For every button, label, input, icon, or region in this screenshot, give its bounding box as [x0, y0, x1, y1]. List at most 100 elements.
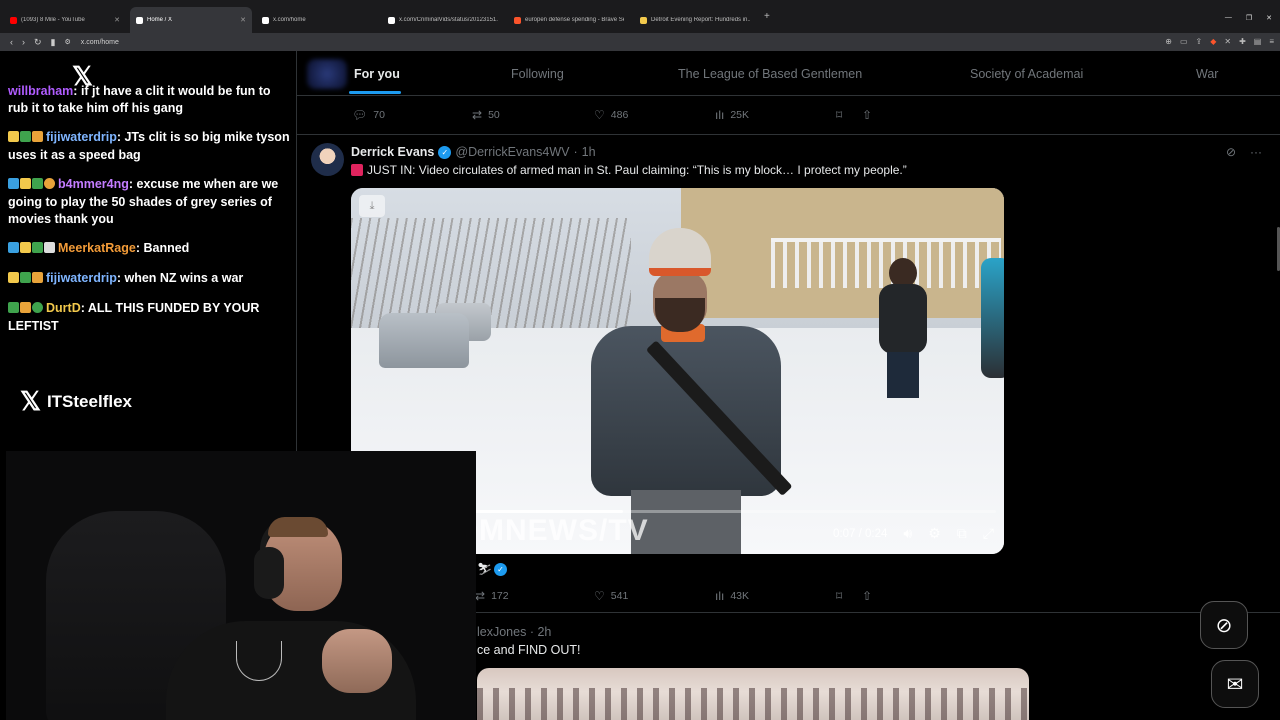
bookmark-icon[interactable]: ▮ — [51, 37, 56, 48]
post-header: Derrick Evans ✓ @DerrickEvans4WV · 1h — [351, 145, 596, 159]
author-handle[interactable]: @DerrickEvans4WV — [455, 145, 569, 159]
brave-shield-icon[interactable]: ◆ — [1210, 37, 1216, 46]
chat-message: MeerkatRage: Banned — [8, 240, 290, 258]
views-button[interactable]: ılı 43K — [715, 589, 749, 603]
chat-badges-icon — [8, 241, 56, 258]
chat-username: willbraham — [8, 84, 74, 98]
mail-icon: ✉ — [1226, 673, 1244, 696]
avatar — [307, 59, 347, 89]
browser-tab-x-home[interactable]: x.com/home — [256, 7, 378, 33]
post-divider — [297, 134, 1280, 135]
extension-icon[interactable]: ✕ — [1224, 37, 1231, 46]
avatar[interactable] — [311, 143, 344, 176]
grok-icon[interactable]: ⊘ — [1226, 145, 1236, 159]
fullscreen-icon[interactable]: ⤢ — [983, 525, 994, 542]
reply-icon: 💬︎ — [352, 108, 368, 122]
views-button[interactable]: ılı 25K — [715, 108, 749, 122]
address-bar: ‹ › ↻ ▮ ⚙ x.com/home ⊕ ▭ ⇪ ◆ ✕ ✚ ▤ ≡ — [0, 33, 1280, 51]
browser-tab-home-x[interactable]: Home / X ✕ — [130, 7, 252, 33]
bookmark-button[interactable]: ⌑ — [836, 108, 842, 122]
heart-icon: ♡ — [594, 589, 605, 603]
active-tab-indicator — [349, 91, 401, 94]
puzzle-icon[interactable]: ✚ — [1239, 37, 1246, 46]
reply-button[interactable]: 💬︎ 70 — [352, 108, 385, 122]
volume-icon[interactable]: 🔊︎ — [903, 525, 912, 542]
pip-icon[interactable]: ⧉ — [957, 525, 967, 542]
browser-tab-detroit[interactable]: Detroit Evening Report: Hundreds in... — [634, 7, 756, 33]
chat-badges-icon — [8, 271, 44, 288]
repost-icon: ⇄ — [475, 589, 486, 603]
chat-message: b4mmer4ng: excuse me when are we going t… — [8, 177, 279, 226]
repost-button[interactable]: ⇄ 50 — [472, 108, 500, 122]
tab-following[interactable]: Following — [511, 67, 564, 81]
chat-badges-icon — [8, 130, 44, 147]
chat-message: DurtD: ALL THIS FUNDED BY YOUR LEFTIST — [8, 301, 260, 333]
chat-username: fijiwaterdrip — [46, 130, 117, 144]
prev-post-actions: 💬︎ 70 ⇄ 50 ♡ 486 ılı 25K ⌑ ⇧ — [297, 107, 1280, 123]
post-text: ce and FIND OUT! — [477, 643, 581, 657]
window-controls: — ❐ ✕ — [1225, 14, 1272, 22]
x-logo-icon: 𝕏 — [20, 386, 41, 416]
cast-icon[interactable]: ▭ — [1180, 37, 1188, 46]
restore-icon[interactable]: ❐ — [1246, 14, 1252, 22]
share-icon: ⇧ — [862, 108, 873, 122]
messages-button[interactable]: ✉ — [1211, 660, 1259, 708]
share-icon[interactable]: ⇪ — [1196, 37, 1203, 46]
browser-tab-criminalvids[interactable]: x.com/CriminalVids/status/20123151... — [382, 7, 504, 33]
close-icon[interactable]: ✕ — [240, 16, 246, 24]
sidebar-icon[interactable]: ▤ — [1254, 37, 1262, 46]
streamer-handle-text: ITSteelflex — [46, 391, 132, 411]
share-button[interactable]: ⇧ — [862, 589, 872, 603]
siren-icon — [351, 164, 363, 176]
close-icon[interactable]: ✕ — [114, 16, 120, 24]
chat-text: Banned — [143, 241, 190, 255]
video-time: 0:07 / 0:24 — [833, 527, 888, 540]
menu-icon[interactable]: ≡ — [1269, 37, 1274, 46]
chat-badges-icon — [8, 301, 44, 318]
repost-icon: ⇄ — [472, 108, 483, 122]
url-field[interactable]: x.com/home — [81, 39, 119, 46]
chat-badges-icon — [8, 177, 56, 194]
back-icon[interactable]: ‹ — [10, 37, 13, 47]
new-tab-button[interactable]: + — [764, 11, 770, 22]
repost-button[interactable]: ⇄ 172 — [475, 589, 509, 603]
zoom-icon[interactable]: ⊕ — [1165, 37, 1172, 46]
browser-tab-brave-search[interactable]: europen defense spending - Brave Se... — [508, 7, 630, 33]
close-window-icon[interactable]: ✕ — [1266, 14, 1272, 22]
tab-for-you[interactable]: For you — [354, 67, 400, 81]
views-icon: ılı — [715, 589, 725, 603]
streamer-handle: 𝕏 ITSteelflex — [20, 386, 132, 417]
share-button[interactable]: ⇧ — [862, 108, 872, 122]
x-icon — [136, 16, 143, 24]
grok-button[interactable]: ⊘ — [1200, 601, 1248, 649]
x-icon — [262, 16, 269, 24]
sharing-icon: ⛷ — [477, 562, 493, 576]
bookmark-button[interactable]: ⌑ — [836, 589, 842, 603]
more-icon[interactable]: ··· — [1250, 145, 1262, 159]
post-media[interactable] — [477, 668, 1029, 720]
reload-icon[interactable]: ↻ — [34, 37, 42, 48]
heart-icon: ♡ — [594, 108, 605, 122]
settings-icon[interactable]: ⚙ — [928, 525, 941, 542]
author-handle[interactable]: lexJones — [477, 625, 526, 639]
browser-tab-youtube[interactable]: (1093) 8 Mile - YouTube ✕ — [4, 7, 126, 33]
forward-icon[interactable]: › — [22, 37, 25, 47]
like-button[interactable]: ♡ 541 — [594, 589, 628, 603]
post-tools: ⊘ ··· — [1226, 145, 1262, 159]
news-icon — [640, 16, 647, 24]
download-icon[interactable]: ⤓ — [359, 195, 385, 217]
tab-war[interactable]: War — [1196, 67, 1218, 81]
minimize-icon[interactable]: — — [1225, 14, 1232, 22]
like-button[interactable]: ♡ 486 — [594, 108, 628, 122]
post-time[interactable]: 1h — [582, 145, 596, 159]
bookmark-icon: ⌑ — [836, 108, 843, 122]
video-progress-bar[interactable] — [471, 510, 996, 513]
author-name[interactable]: Derrick Evans — [351, 145, 434, 159]
webcam-overlay — [6, 451, 476, 720]
site-info-icon[interactable]: ⚙ — [65, 38, 71, 46]
chat-text: when NZ wins a war — [124, 271, 244, 285]
tab-league-of-based-gentlemen[interactable]: The League of Based Gentlemen — [678, 67, 862, 81]
views-icon: ılı — [715, 108, 725, 122]
tab-society-of-academai[interactable]: Society of Academai — [970, 67, 1083, 81]
post-time[interactable]: 2h — [537, 625, 551, 639]
